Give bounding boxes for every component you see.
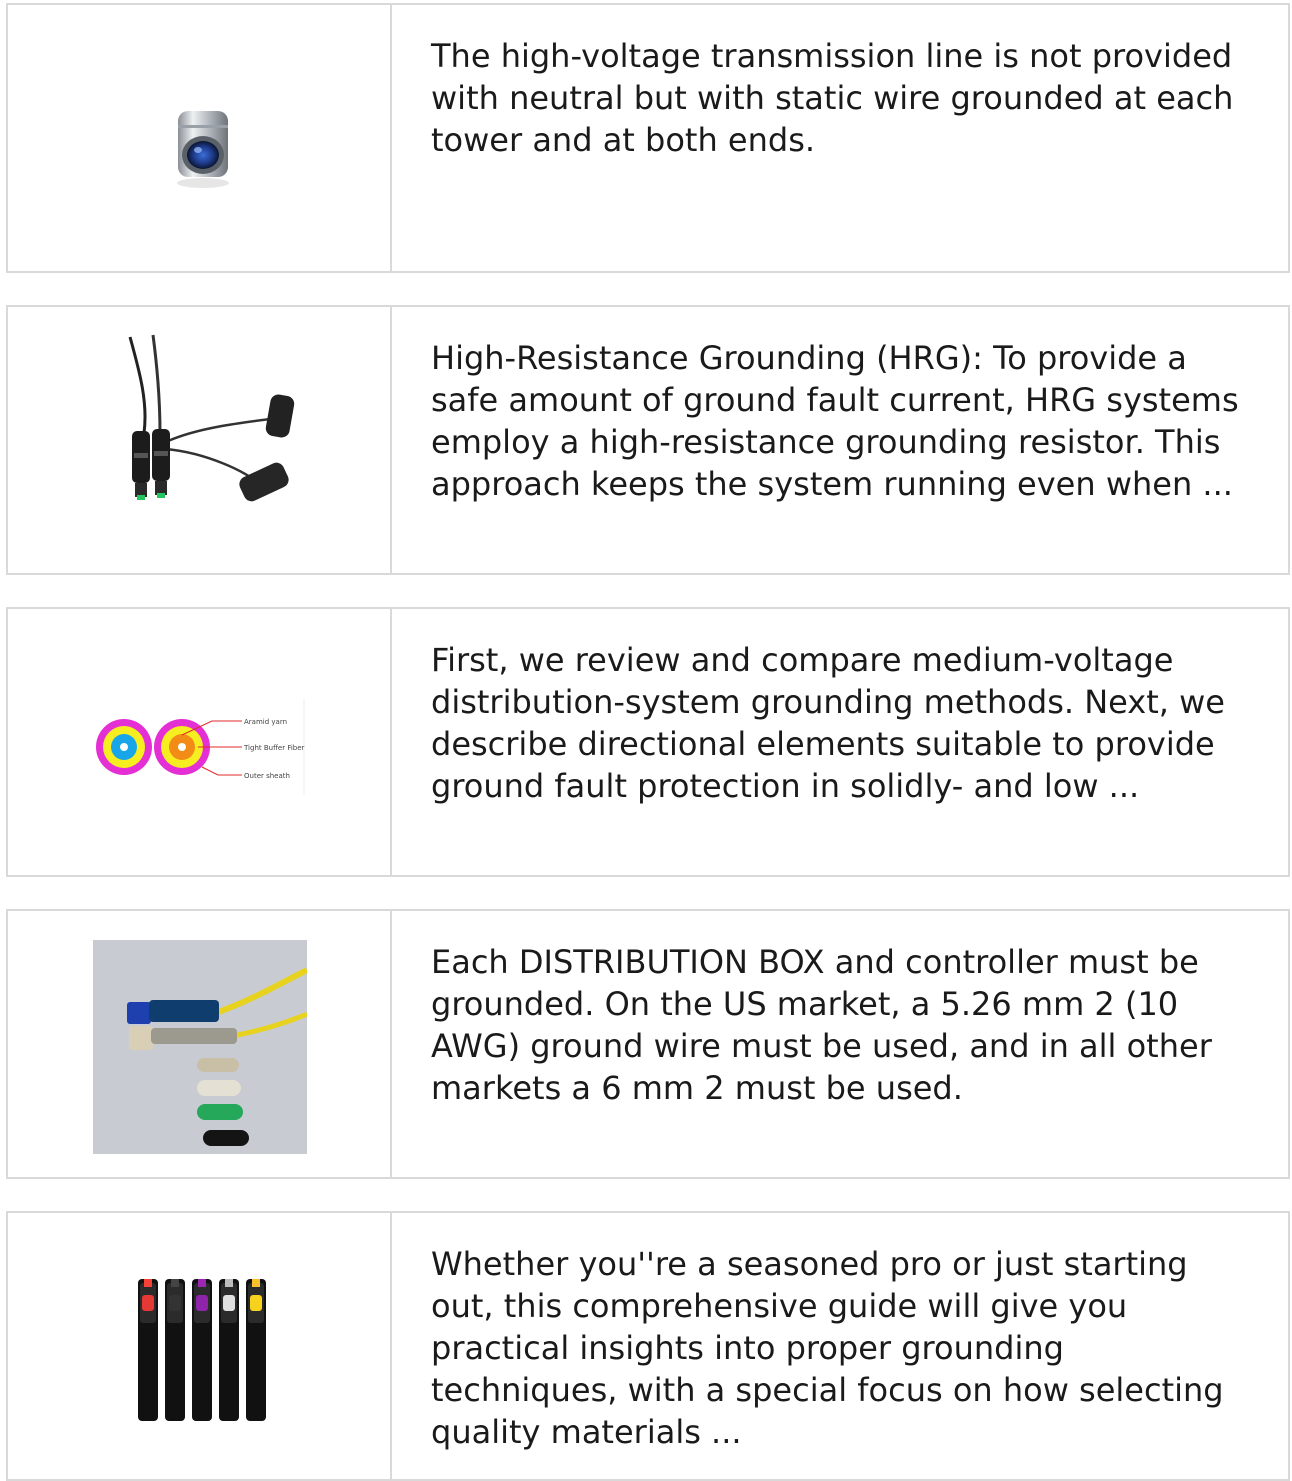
article-thumbnail-cell [8,1213,392,1479]
article-card[interactable]: High-Resistance Grounding (HRG): To prov… [6,305,1290,575]
article-card[interactable]: Each DISTRIBUTION BOX and controller mus… [6,909,1290,1179]
article-card[interactable]: The high-voltage transmission line is no… [6,3,1290,273]
article-excerpt[interactable]: First, we review and compare medium-volt… [431,639,1248,807]
article-thumbnail-cell: Aramid yarn Tight Buffer Fiber Outer she… [8,609,392,875]
article-excerpt[interactable]: High-Resistance Grounding (HRG): To prov… [431,337,1248,505]
article-thumbnail-cell [8,307,392,573]
fiber-adapter-barrel-image[interactable] [168,101,238,191]
diagram-label: Outer sheath [244,772,290,780]
diagram-label: Aramid yarn [244,718,287,726]
waterproof-fiber-connector-cable-image[interactable] [108,333,308,513]
sc-connector-parts-photo[interactable] [93,940,307,1154]
article-card[interactable]: Whether you''re a seasoned pro or just s… [6,1211,1290,1481]
article-excerpt[interactable]: The high-voltage transmission line is no… [431,35,1248,161]
article-excerpt[interactable]: Each DISTRIBUTION BOX and controller mus… [431,941,1248,1109]
article-thumbnail-cell [8,5,392,271]
tight-buffer-fiber-cross-section-image[interactable]: Aramid yarn Tight Buffer Fiber Outer she… [94,695,314,799]
visual-fault-locator-pens-image[interactable] [136,1273,276,1425]
article-card[interactable]: Aramid yarn Tight Buffer Fiber Outer she… [6,607,1290,877]
diagram-label: Tight Buffer Fiber [243,744,305,752]
article-thumbnail-cell [8,911,392,1177]
article-excerpt[interactable]: Whether you''re a seasoned pro or just s… [431,1243,1248,1453]
